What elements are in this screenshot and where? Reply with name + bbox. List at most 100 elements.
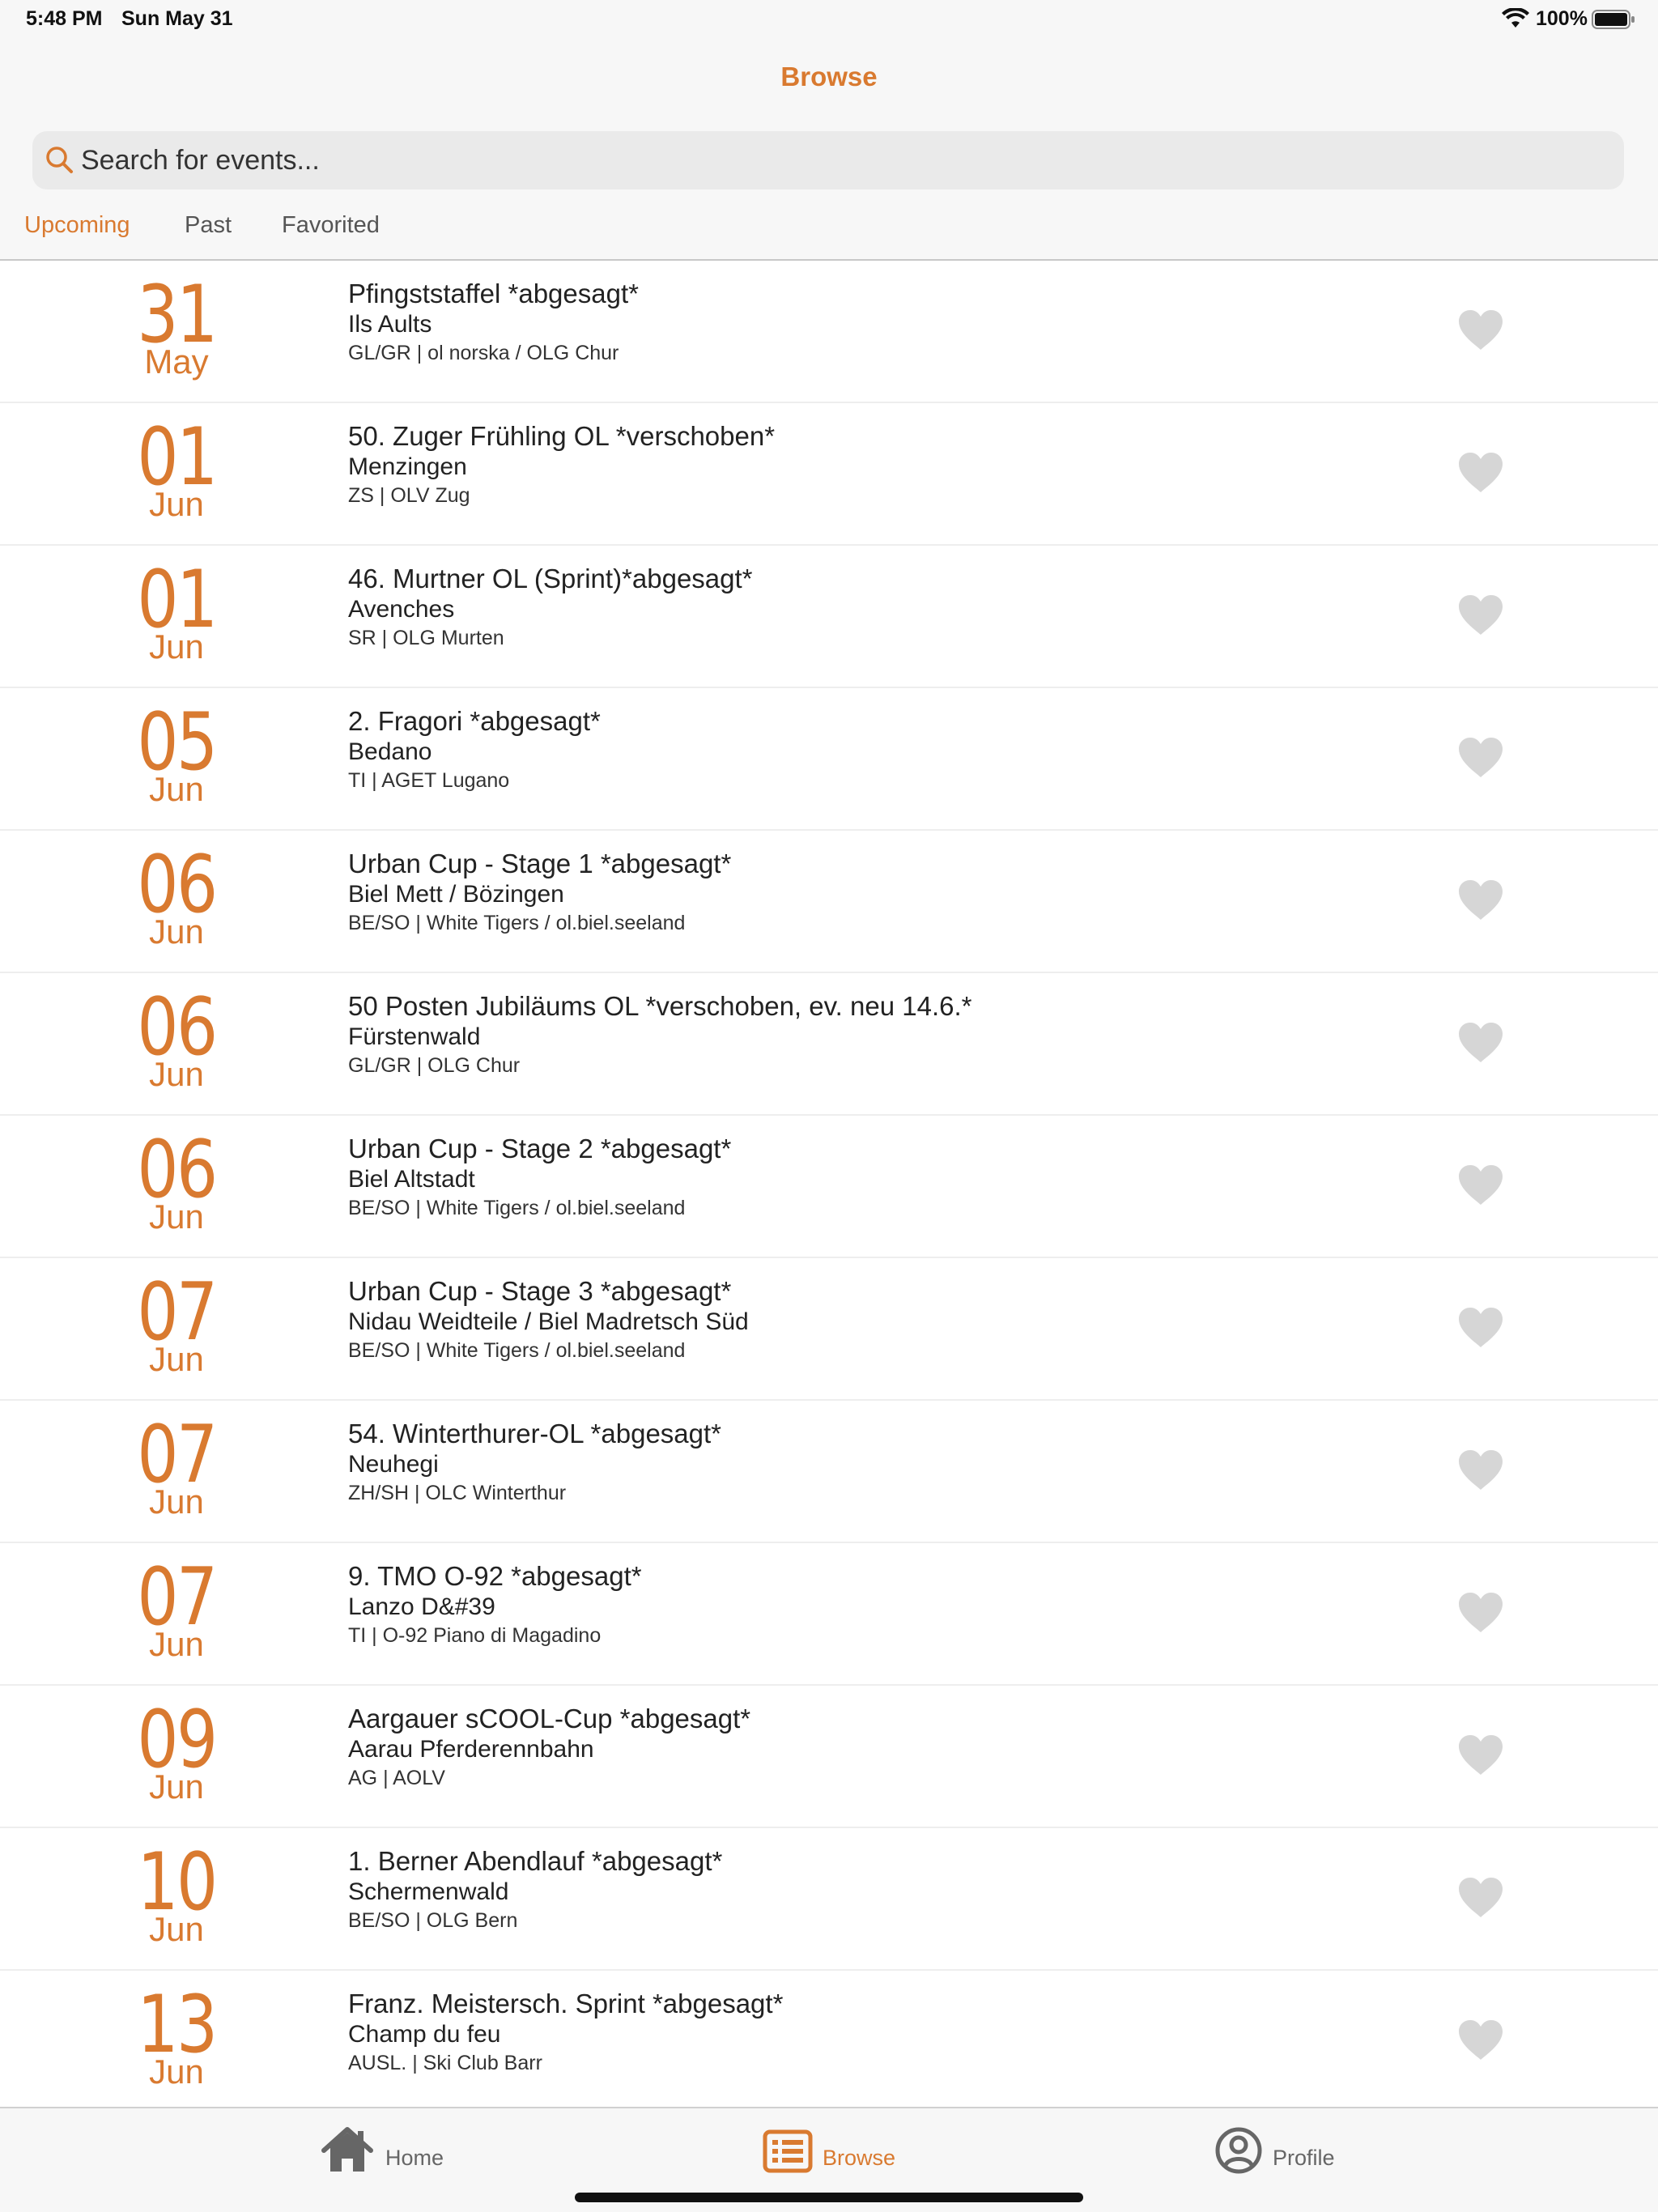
event-location: Champ du feu xyxy=(348,2021,501,2048)
list-item[interactable]: 07 Jun 54. Winterthurer-OL *abgesagt* Neuhe… xyxy=(0,1401,1658,1543)
event-title: 50. Zuger Frühling OL *verschoben* xyxy=(348,421,776,451)
wifi-icon xyxy=(1502,8,1529,28)
list-item[interactable]: 07 Jun Urban Cup - Stage 3 *abgesagt* Nidau… xyxy=(0,1258,1658,1401)
event-month: May xyxy=(144,342,209,381)
event-list[interactable]: 31 May Pfingststaffel *abgesagt* Ils Aults G… xyxy=(0,261,1658,2107)
heart-icon[interactable] xyxy=(1457,1164,1504,1206)
event-location: Ils Aults xyxy=(348,311,432,338)
event-organizer: SR | OLG Murten xyxy=(348,627,504,649)
event-location: Neuhegi xyxy=(348,1451,439,1478)
tab-profile-label: Profile xyxy=(1273,2146,1335,2170)
heart-icon[interactable] xyxy=(1457,737,1504,779)
event-organizer: AUSL. | Ski Club Barr xyxy=(348,2052,542,2074)
status-bar: 5:48 PM Sun May 31 100% xyxy=(0,0,1658,39)
heart-icon[interactable] xyxy=(1457,1734,1504,1776)
search-input[interactable] xyxy=(81,131,1603,189)
heart-icon[interactable] xyxy=(1457,1022,1504,1064)
list-item[interactable]: 07 Jun 9. TMO O-92 *abgesagt* Lanzo D&#39 TI… xyxy=(0,1543,1658,1686)
battery-percent: 100% xyxy=(1536,7,1588,30)
event-month: Jun xyxy=(149,2052,204,2091)
tab-past[interactable]: Past xyxy=(185,212,232,239)
battery-icon xyxy=(1592,10,1635,29)
event-organizer: AG | AOLV xyxy=(348,1767,445,1789)
event-month: Jun xyxy=(149,1767,204,1806)
list-item[interactable]: 01 Jun 46. Murtner OL (Sprint)*abgesagt* Av… xyxy=(0,546,1658,688)
list-item[interactable]: 06 Jun 50 Posten Jubiläums OL *verschoben,… xyxy=(0,973,1658,1116)
home-indicator xyxy=(575,2193,1083,2202)
event-organizer: GL/GR | ol norska / OLG Chur xyxy=(348,342,619,364)
heart-icon[interactable] xyxy=(1457,1307,1504,1349)
status-time: 5:48 PM xyxy=(26,7,103,30)
event-title: Urban Cup - Stage 1 *abgesagt* xyxy=(348,849,732,878)
page-title: Browse xyxy=(780,62,878,91)
event-location: Avenches xyxy=(348,596,455,623)
event-title: 2. Fragori *abgesagt* xyxy=(348,706,601,736)
event-title: 1. Berner Abendlauf *abgesagt* xyxy=(348,1846,723,1876)
event-organizer: TI | AGET Lugano xyxy=(348,769,510,792)
heart-icon[interactable] xyxy=(1457,1877,1504,1919)
heart-icon[interactable] xyxy=(1457,2019,1504,2061)
event-month: Jun xyxy=(149,1055,204,1093)
heart-icon[interactable] xyxy=(1457,1592,1504,1634)
tab-upcoming[interactable]: Upcoming xyxy=(24,212,130,239)
tab-profile[interactable]: Profile xyxy=(1214,2126,1360,2183)
event-month: Jun xyxy=(149,1197,204,1236)
event-month: Jun xyxy=(149,770,204,808)
event-location: Aarau Pferderennbahn xyxy=(348,1736,594,1763)
list-item[interactable]: 06 Jun Urban Cup - Stage 1 *abgesagt* Biel … xyxy=(0,831,1658,973)
event-location: Bedano xyxy=(348,738,432,765)
event-location: Lanzo D&#39 xyxy=(348,1593,495,1620)
profile-icon xyxy=(1215,2127,1262,2174)
event-location: Fürstenwald xyxy=(348,1023,481,1050)
search-icon xyxy=(46,147,73,173)
home-icon xyxy=(321,2127,373,2172)
event-month: Jun xyxy=(149,1625,204,1663)
event-title: Pfingststaffel *abgesagt* xyxy=(348,279,639,308)
event-organizer: BE/SO | OLG Bern xyxy=(348,1909,518,1932)
heart-icon[interactable] xyxy=(1457,1449,1504,1491)
event-location: Nidau Weidteile / Biel Madretsch Süd xyxy=(348,1308,749,1335)
tab-favorited[interactable]: Favorited xyxy=(282,212,380,239)
tab-bar: Home Browse Profile xyxy=(0,2107,1658,2212)
list-item[interactable]: 01 Jun 50. Zuger Frühling OL *verschoben* M… xyxy=(0,403,1658,546)
event-location: Menzingen xyxy=(348,453,467,480)
list-item[interactable]: 05 Jun 2. Fragori *abgesagt* Bedano TI | AGE… xyxy=(0,688,1658,831)
event-organizer: BE/SO | White Tigers / ol.biel.seeland xyxy=(348,912,686,934)
event-organizer: BE/SO | White Tigers / ol.biel.seeland xyxy=(348,1197,686,1219)
event-location: Schermenwald xyxy=(348,1878,509,1905)
event-month: Jun xyxy=(149,1340,204,1378)
event-title: Aargauer sCOOL-Cup *abgesagt* xyxy=(348,1704,751,1733)
event-month: Jun xyxy=(149,1482,204,1521)
heart-icon[interactable] xyxy=(1457,879,1504,921)
list-item[interactable]: 13 Jun Franz. Meistersch. Sprint *abgesagt… xyxy=(0,1971,1658,2107)
event-month: Jun xyxy=(149,627,204,666)
tab-home[interactable]: Home xyxy=(321,2126,466,2183)
tab-browse[interactable]: Browse xyxy=(763,2126,908,2183)
event-organizer: BE/SO | White Tigers / ol.biel.seeland xyxy=(348,1339,686,1362)
event-location: Biel Mett / Bözingen xyxy=(348,881,564,908)
event-title: 46. Murtner OL (Sprint)*abgesagt* xyxy=(348,564,753,593)
event-organizer: GL/GR | OLG Chur xyxy=(348,1054,521,1077)
heart-icon[interactable] xyxy=(1457,309,1504,351)
header-area: 5:48 PM Sun May 31 100% Browse Upcoming … xyxy=(0,0,1658,261)
event-title: 54. Winterthurer-OL *abgesagt* xyxy=(348,1419,722,1448)
status-date: Sun May 31 xyxy=(121,7,233,30)
search-bar[interactable] xyxy=(32,131,1624,189)
event-title: Urban Cup - Stage 3 *abgesagt* xyxy=(348,1276,732,1306)
list-icon xyxy=(763,2129,813,2173)
event-title: Franz. Meistersch. Sprint *abgesagt* xyxy=(348,1989,784,2018)
event-location: Biel Altstadt xyxy=(348,1166,475,1193)
list-item[interactable]: 31 May Pfingststaffel *abgesagt* Ils Aults G… xyxy=(0,261,1658,403)
event-organizer: ZH/SH | OLC Winterthur xyxy=(348,1482,567,1504)
event-organizer: TI | O-92 Piano di Magadino xyxy=(348,1624,602,1647)
list-item[interactable]: 10 Jun 1. Berner Abendlauf *abgesagt* Scher… xyxy=(0,1828,1658,1971)
tab-browse-label: Browse xyxy=(823,2146,896,2170)
tab-home-label: Home xyxy=(385,2146,444,2170)
event-month: Jun xyxy=(149,1910,204,1948)
event-title: 50 Posten Jubiläums OL *verschoben, ev. … xyxy=(348,991,972,1021)
heart-icon[interactable] xyxy=(1457,452,1504,494)
list-item[interactable]: 09 Jun Aargauer sCOOL-Cup *abgesagt* Aarau … xyxy=(0,1686,1658,1828)
event-organizer: ZS | OLV Zug xyxy=(348,484,470,507)
heart-icon[interactable] xyxy=(1457,594,1504,636)
list-item[interactable]: 06 Jun Urban Cup - Stage 2 *abgesagt* Biel … xyxy=(0,1116,1658,1258)
